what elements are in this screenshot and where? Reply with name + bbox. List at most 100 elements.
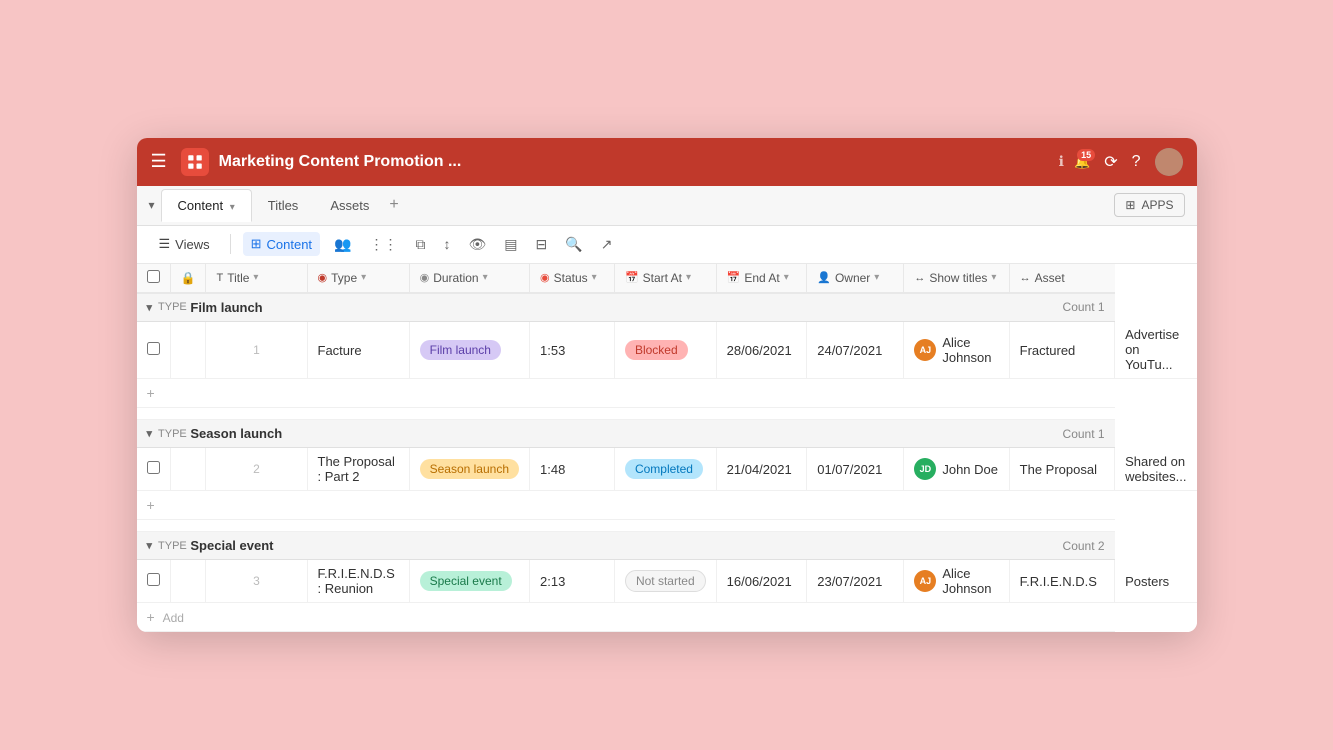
app-window: ☰ Marketing Content Promotion ... ℹ 🔔 15…	[137, 138, 1197, 633]
row3-duration: 2:13	[530, 560, 615, 603]
col-type[interactable]: ◉ Type ▾	[307, 264, 409, 293]
add-row-film[interactable]: +	[137, 379, 1197, 408]
row1-show-titles: Fractured	[1009, 321, 1114, 379]
group-spacer-1	[137, 408, 1197, 420]
row2-owner: JD John Doe	[904, 448, 1009, 491]
row1-status[interactable]: Blocked	[614, 321, 716, 379]
row1-end: 24/07/2021	[807, 321, 904, 379]
group-season-launch: ▾ TYPE Season launch Count 1	[137, 420, 1197, 448]
tab-titles[interactable]: Titles	[252, 190, 315, 221]
add-icon[interactable]: +	[147, 609, 155, 625]
status-badge: Blocked	[625, 340, 688, 360]
row2-end: 01/07/2021	[807, 448, 904, 491]
col-duration[interactable]: ◉ Duration ▾	[409, 264, 529, 293]
row3-title[interactable]: F.R.I.E.N.D.S : Reunion	[307, 560, 409, 603]
avatar[interactable]	[1155, 148, 1183, 176]
owner-avatar: AJ	[914, 570, 936, 592]
tab-content[interactable]: Content ▾	[161, 189, 252, 222]
row2-status[interactable]: Completed	[614, 448, 716, 491]
duration-sort-icon: ▾	[483, 272, 488, 283]
status-badge: Not started	[625, 570, 706, 592]
row2-asset: Shared on websites...	[1115, 448, 1197, 491]
col-lock: 🔒	[170, 264, 206, 293]
history-icon[interactable]: ⟳	[1104, 152, 1117, 172]
row3-owner: AJ Alice Johnson	[904, 560, 1009, 603]
add-icon[interactable]: +	[147, 385, 155, 401]
row1-type[interactable]: Film launch	[409, 321, 529, 379]
col-show-titles[interactable]: ↔ Show titles ▾	[904, 264, 1009, 293]
row3-type[interactable]: Special event	[409, 560, 529, 603]
row1-duration: 1:53	[530, 321, 615, 379]
owner-avatar: AJ	[914, 339, 936, 361]
add-row-special[interactable]: + Add	[137, 603, 1197, 632]
title-sort-icon: ▾	[253, 272, 258, 283]
type-badge: Special event	[420, 571, 512, 591]
row2-show-titles: The Proposal	[1009, 448, 1114, 491]
start-type-icon: 📅	[625, 271, 639, 284]
table-icon[interactable]: ⊟	[532, 232, 552, 257]
group-special-chevron[interactable]: ▾	[147, 539, 153, 552]
col-end-at[interactable]: 📅 End At ▾	[716, 264, 807, 293]
add-tab-button[interactable]: +	[389, 196, 398, 214]
type-badge: Film launch	[420, 340, 501, 360]
group-season-chevron[interactable]: ▾	[147, 427, 153, 440]
tabs-bar: ▾ Content ▾ Titles Assets + ⊞ APPS	[137, 186, 1197, 226]
asset-type-icon: ↔	[1020, 272, 1031, 284]
list-icon: ☰	[159, 236, 171, 252]
add-label: Add	[163, 611, 184, 625]
col-asset[interactable]: ↔ Asset	[1009, 264, 1114, 293]
row3-asset: Posters	[1115, 560, 1197, 603]
sort-icon[interactable]: ↕	[440, 232, 455, 256]
rows-icon[interactable]: ▤	[500, 232, 521, 257]
toolbar-separator	[230, 234, 231, 254]
end-sort-icon: ▾	[784, 272, 789, 283]
filter-icon[interactable]: ⧉	[412, 232, 430, 257]
owner-avatar: JD	[914, 458, 936, 480]
data-table: 🔒 T Title ▾ ◉ Type ▾	[137, 264, 1197, 633]
views-button[interactable]: ☰ Views	[151, 232, 218, 256]
content-view-button[interactable]: ⊞ Content	[243, 232, 320, 256]
tab-assets[interactable]: Assets	[314, 190, 385, 221]
toolbar: ☰ Views ⊞ Content 👥 ⋮⋮ ⧉ ↕ 👁 ▤ ⊟ 🔍 ↗	[137, 226, 1197, 264]
app-header: ☰ Marketing Content Promotion ... ℹ 🔔 15…	[137, 138, 1197, 186]
apps-button[interactable]: ⊞ APPS	[1114, 193, 1184, 217]
header-actions: 🔔 15 ⟳ ?	[1074, 148, 1183, 176]
people-icon[interactable]: 👥	[330, 232, 355, 257]
help-icon[interactable]: ?	[1132, 153, 1141, 171]
end-type-icon: 📅	[727, 271, 741, 284]
dots-icon[interactable]: ⋮⋮	[366, 232, 402, 257]
hamburger-icon[interactable]: ☰	[151, 151, 167, 172]
add-icon[interactable]: +	[147, 497, 155, 513]
row1-start: 28/06/2021	[716, 321, 807, 379]
row1-title[interactable]: Facture	[307, 321, 409, 379]
search-icon[interactable]: 🔍	[561, 232, 586, 257]
row2-type[interactable]: Season launch	[409, 448, 529, 491]
row1-num: 1	[206, 321, 307, 379]
col-owner[interactable]: 👤 Owner ▾	[807, 264, 904, 293]
tabs-chevron[interactable]: ▾	[149, 198, 155, 212]
group-film-chevron[interactable]: ▾	[147, 301, 153, 314]
col-title[interactable]: T Title ▾	[206, 264, 307, 293]
row3-status[interactable]: Not started	[614, 560, 716, 603]
row2-num: 2	[206, 448, 307, 491]
row2-start: 21/04/2021	[716, 448, 807, 491]
info-icon[interactable]: ℹ	[1059, 153, 1064, 170]
add-row-season[interactable]: +	[137, 491, 1197, 520]
table-row: 1 Facture Film launch 1:53 Blocked 28/06…	[137, 321, 1197, 379]
eye-icon[interactable]: 👁	[465, 232, 491, 257]
row3-checkbox[interactable]	[137, 560, 171, 603]
owner-type-icon: 👤	[817, 271, 831, 284]
row3-start: 16/06/2021	[716, 560, 807, 603]
row1-checkbox[interactable]	[137, 321, 171, 379]
status-badge: Completed	[625, 459, 703, 479]
row2-checkbox[interactable]	[137, 448, 171, 491]
col-checkbox[interactable]	[137, 264, 171, 293]
col-status[interactable]: ◉ Status ▾	[530, 264, 615, 293]
col-start-at[interactable]: 📅 Start At ▾	[614, 264, 716, 293]
share-icon[interactable]: ↗	[597, 232, 617, 257]
notification-button[interactable]: 🔔 15	[1074, 154, 1090, 170]
show-sort-icon: ▾	[991, 272, 996, 283]
duration-type-icon: ◉	[420, 271, 430, 284]
group-spacer-2	[137, 520, 1197, 532]
row2-title[interactable]: The Proposal : Part 2	[307, 448, 409, 491]
